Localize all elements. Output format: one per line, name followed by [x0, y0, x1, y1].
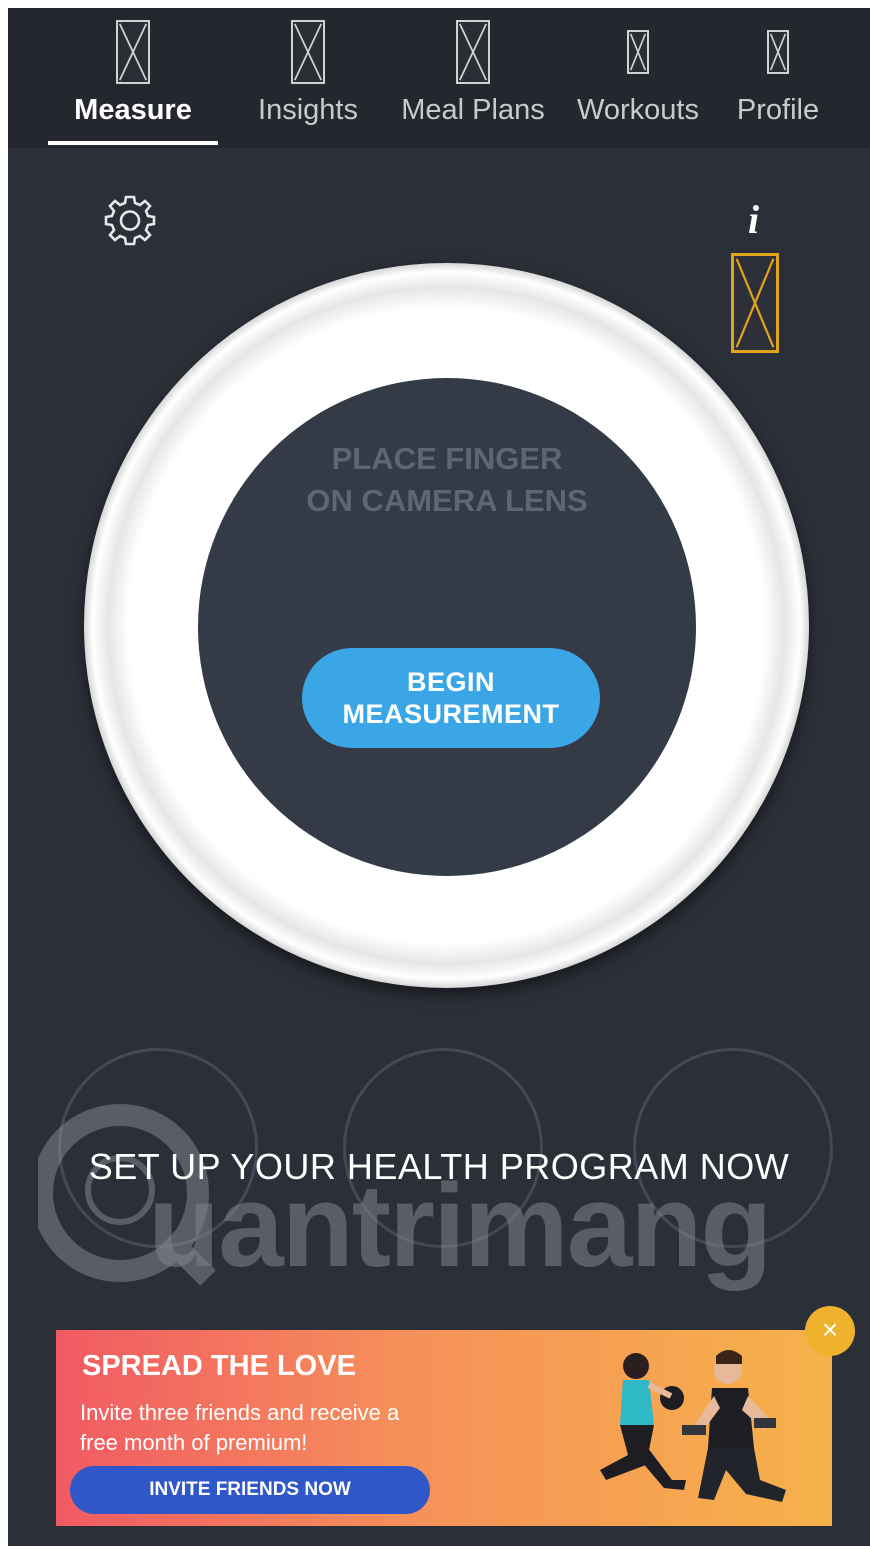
setup-health-program-link[interactable]: SET UP YOUR HEALTH PROGRAM NOW [8, 1146, 870, 1188]
banner-description: Invite three friends and receive a free … [80, 1398, 500, 1458]
tab-measure-label: Measure [74, 94, 192, 126]
banner-text-line-1: Invite three friends and receive a [80, 1400, 400, 1425]
banner-text-line-2: free month of premium! [80, 1430, 308, 1455]
begin-line-2: MEASUREMENT [342, 699, 560, 729]
top-nav: Measure Insights Meal Plans Workouts Pro… [8, 8, 870, 148]
gear-icon[interactable] [104, 194, 156, 246]
instruction-line-1: PLACE FINGER [331, 441, 563, 476]
tab-profile[interactable]: Profile [718, 8, 838, 148]
active-tab-indicator [48, 141, 218, 145]
tab-insights-label: Insights [258, 94, 358, 126]
promo-banner: SPREAD THE LOVE Invite three friends and… [56, 1330, 832, 1526]
tab-meal-plans-label: Meal Plans [401, 94, 545, 126]
meal-plans-icon [456, 20, 490, 84]
instruction-line-2: ON CAMERA LENS [306, 483, 588, 518]
banner-title: SPREAD THE LOVE [82, 1350, 356, 1382]
info-icon[interactable]: i [748, 196, 759, 243]
measure-icon [116, 20, 150, 84]
tab-workouts[interactable]: Workouts [568, 8, 708, 148]
invite-friends-button[interactable]: INVITE FRIENDS NOW [70, 1466, 430, 1514]
tab-measure[interactable]: Measure [48, 8, 218, 148]
workout-people-illustration [576, 1330, 832, 1526]
profile-icon [767, 30, 789, 74]
tab-insights[interactable]: Insights [233, 8, 383, 148]
app-screen: Measure Insights Meal Plans Workouts Pro… [8, 8, 870, 1546]
close-banner-icon[interactable]: × [805, 1306, 855, 1356]
info-image-placeholder [731, 253, 779, 353]
tab-meal-plans[interactable]: Meal Plans [393, 8, 553, 148]
tab-workouts-label: Workouts [577, 94, 699, 126]
begin-measurement-button[interactable]: BEGIN MEASUREMENT [302, 648, 600, 748]
tab-profile-label: Profile [736, 94, 820, 126]
begin-line-1: BEGIN [406, 667, 495, 697]
place-finger-instruction: PLACE FINGER ON CAMERA LENS [198, 438, 696, 522]
insights-icon [291, 20, 325, 84]
workouts-icon [627, 30, 649, 74]
